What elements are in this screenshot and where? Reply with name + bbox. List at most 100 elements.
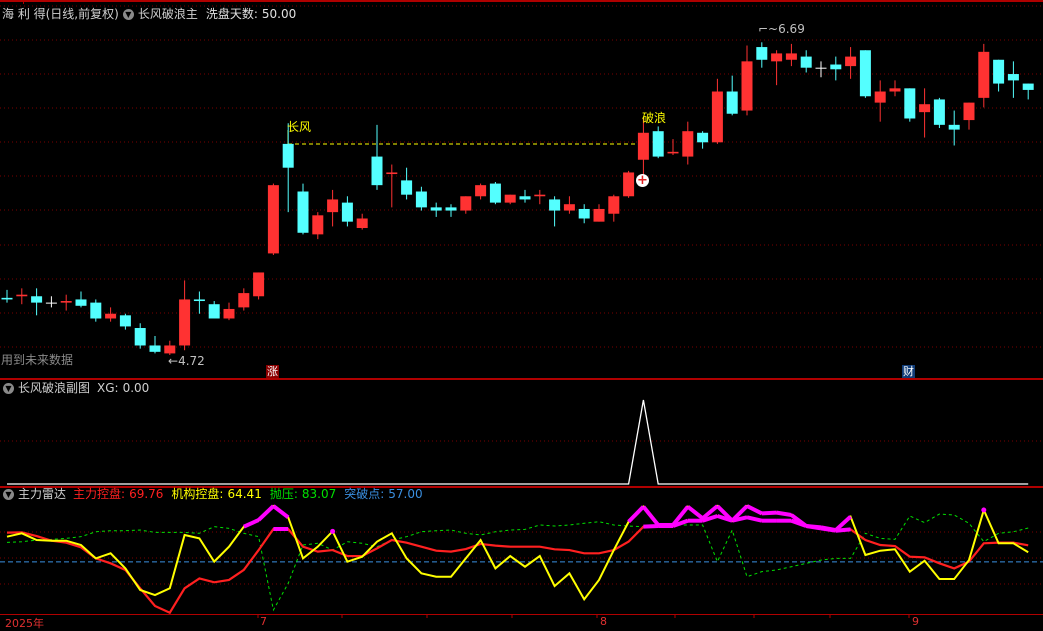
candle-body xyxy=(75,299,87,306)
sub-chart2-title[interactable]: 主力雷达 xyxy=(18,486,66,502)
candle-body xyxy=(830,64,842,70)
strong-control-segment xyxy=(627,505,645,524)
candle-body xyxy=(179,299,191,346)
candle-body xyxy=(608,196,620,214)
legend-jigou-value: 64.41 xyxy=(227,487,262,501)
candle-body xyxy=(445,207,457,211)
candle-body xyxy=(430,207,442,211)
candle-body xyxy=(253,272,265,297)
candle-body xyxy=(904,88,916,119)
candle-body xyxy=(45,302,57,304)
flag-arrow-icon: ⌐~ xyxy=(758,22,779,36)
candle-body xyxy=(874,91,886,103)
candle-body xyxy=(149,345,161,352)
candle-body xyxy=(223,308,235,319)
candle-body xyxy=(563,204,575,211)
candle-body xyxy=(297,191,309,233)
strong-control-segment xyxy=(643,524,659,529)
strong-control-segment xyxy=(746,504,763,516)
candle-body xyxy=(489,183,501,203)
candle-body xyxy=(948,124,960,130)
strong-control-segment xyxy=(776,510,792,517)
candle-body xyxy=(652,131,664,157)
strong-control-segment xyxy=(686,505,704,520)
candle-body xyxy=(682,131,694,157)
low-price-value: 4.72 xyxy=(178,354,205,368)
candle-body xyxy=(845,56,857,67)
candle-body xyxy=(105,313,117,319)
candle-body xyxy=(726,91,738,114)
candle-body xyxy=(460,196,472,211)
candle-body xyxy=(800,56,812,68)
xg-signal-line xyxy=(7,399,1029,485)
candle-body xyxy=(386,172,398,175)
candle-body xyxy=(1,297,13,300)
strong-control-segment xyxy=(746,515,763,523)
badge-zhang[interactable]: 涨 xyxy=(266,365,279,378)
future-data-note: 用到未来数据 xyxy=(1,353,74,367)
candle-body xyxy=(282,143,294,168)
badge-cai[interactable]: 财 xyxy=(902,365,915,378)
legend-zhuli-value: 69.76 xyxy=(129,487,164,501)
candlestick-chart[interactable] xyxy=(0,0,1043,378)
high-price-label: ⌐~6.69 xyxy=(758,22,805,36)
candle-body xyxy=(993,59,1005,84)
candle-body xyxy=(60,301,72,303)
candle-body xyxy=(667,151,679,154)
candle-body xyxy=(534,194,546,197)
buy-signal-plus-icon[interactable]: + xyxy=(636,174,649,187)
indicator-menu-chevron-icon[interactable]: ▼ xyxy=(3,488,14,500)
candle-body xyxy=(90,302,102,319)
xg-signal-chart[interactable] xyxy=(0,380,1043,486)
candle-body xyxy=(978,51,990,98)
strong-control-segment xyxy=(257,504,275,522)
legend-zhuli-label: 主力控盘: xyxy=(73,487,126,501)
candle-body xyxy=(578,208,590,219)
candle-body xyxy=(623,172,635,197)
candle-body xyxy=(1022,83,1034,90)
strong-control-dot xyxy=(330,528,336,534)
high-price-value: 6.69 xyxy=(778,22,805,36)
candle-body xyxy=(933,99,945,125)
candle-body xyxy=(401,180,413,195)
candle-body xyxy=(208,304,220,319)
candle-body xyxy=(549,199,561,211)
candle-body xyxy=(356,218,368,229)
strong-control-segment xyxy=(242,518,260,529)
candle-body xyxy=(741,61,753,111)
time-axis-ticks xyxy=(257,614,910,618)
candle-body xyxy=(889,88,901,92)
low-price-label: ←4.72 xyxy=(168,354,205,368)
legend-tupo-value: 57.00 xyxy=(388,487,423,501)
legend-paoya-label: 抛压: xyxy=(269,487,298,501)
strong-control-segment xyxy=(272,504,290,519)
institution-control-line xyxy=(6,504,1029,602)
candle-body xyxy=(785,53,797,60)
candle-body xyxy=(963,102,975,121)
candle-body xyxy=(415,191,427,208)
strong-control-segment xyxy=(806,524,822,530)
strong-control-dot xyxy=(981,507,987,513)
candle-body xyxy=(815,67,827,69)
candle-body xyxy=(1007,74,1019,81)
main-force-radar-chart[interactable] xyxy=(0,503,1043,615)
candle-body xyxy=(593,208,605,222)
marker-polang: 破浪 xyxy=(642,111,667,125)
main-force-control-line xyxy=(6,514,1029,615)
candle-body xyxy=(134,328,146,346)
candle-body xyxy=(371,156,383,186)
legend-paoya-value: 83.07 xyxy=(301,487,337,501)
candle-body xyxy=(504,194,516,203)
candle-body xyxy=(238,293,250,308)
candle-body xyxy=(193,299,205,302)
candle-body xyxy=(341,202,353,222)
strong-control-segment xyxy=(761,510,777,516)
legend-tupo-label: 突破点: xyxy=(344,487,385,501)
strong-control-segment xyxy=(641,505,660,527)
candle-body xyxy=(519,196,531,200)
candle-body xyxy=(312,215,324,235)
candle-body xyxy=(697,132,709,143)
candle-body xyxy=(859,50,871,97)
candle-body xyxy=(31,296,43,303)
candle-body xyxy=(919,104,931,113)
